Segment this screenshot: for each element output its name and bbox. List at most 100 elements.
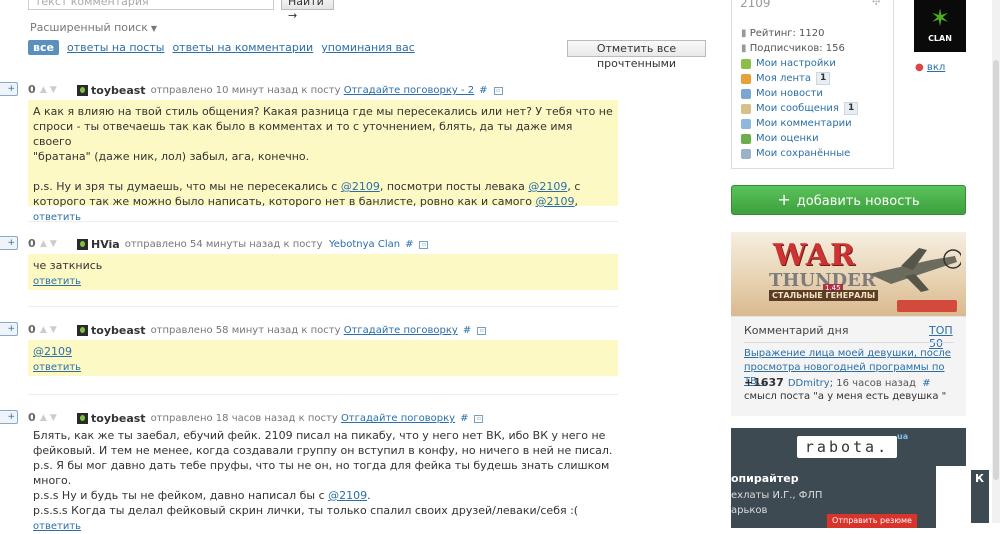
divider — [28, 221, 618, 222]
send-resume-button[interactable]: Отправить резюме — [827, 514, 917, 528]
text-span: p.s.s Ну и будь ты не фейком, давно напи… — [33, 489, 329, 502]
comment-body: Блять, как же ты заебал, ебучий фейк. 21… — [28, 424, 618, 532]
text-span: p.s. Ну и зря ты думаешь, что мы не пере… — [33, 180, 341, 193]
expand-icon[interactable]: ▫ — [477, 326, 487, 335]
comment-author[interactable]: toybeast — [91, 324, 146, 337]
comment-author[interactable]: toybeast — [91, 84, 146, 97]
panel-username[interactable]: 2109 — [740, 0, 771, 10]
comment-line: че заткнись — [33, 259, 103, 272]
comment-line: много. — [33, 474, 72, 487]
menu-item-saved[interactable]: Мои сохранённые — [741, 146, 858, 161]
comment-line: p.s.s.s Когда ты делал фейковый скрин ли… — [33, 504, 579, 517]
menu-label[interactable]: Мои комментарии — [756, 116, 852, 131]
vote-arrows[interactable]: ▲▼ — [40, 239, 60, 249]
scrollbar-thumb[interactable] — [993, 60, 999, 480]
add-bookmark-button[interactable]: + — [0, 322, 18, 336]
user-mention[interactable]: @2109 — [328, 489, 367, 502]
strawberry-icon: ● — [915, 62, 924, 73]
tab-comment-replies[interactable]: ответы на комментарии — [172, 41, 313, 54]
cod-author[interactable]: DDmitry — [788, 378, 830, 389]
vote-arrows[interactable]: ▲▼ — [40, 413, 60, 423]
post-link[interactable]: Отгадайте поговорку - 2 — [344, 85, 474, 96]
clan-toggle-label[interactable]: вкл — [927, 62, 945, 73]
comment-line: спроси - ты отвечаешь так как было в ком… — [33, 120, 573, 148]
rabota-ad[interactable]: rabota. ua опирайтер ехлаты И.Г., ФЛП ар… — [731, 428, 966, 528]
tab-all[interactable]: все — [28, 40, 59, 55]
settings-icon[interactable]: ✣ — [872, 0, 880, 8]
user-mention[interactable]: @2109 — [536, 195, 575, 208]
menu-label[interactable]: Мои новости — [756, 86, 823, 101]
menu-item-feed[interactable]: Моя лента 1 — [741, 71, 858, 86]
menu-label[interactable]: Мои сообщения — [756, 101, 839, 116]
user-mention[interactable]: @2109 — [341, 180, 380, 193]
cod-time: ; 16 часов назад — [829, 378, 916, 389]
clan-logo[interactable]: ✶ CLAN — [914, 0, 966, 52]
permalink-hash[interactable]: # — [463, 325, 471, 336]
cod-score: +1637 — [744, 376, 784, 389]
comment-body: @2109 ответить — [28, 340, 618, 376]
menu-label[interactable]: Мои сохранённые — [756, 146, 850, 161]
expand-icon[interactable]: ▫ — [419, 240, 429, 249]
text-span: . — [367, 489, 371, 502]
post-link[interactable]: Отгадайте поговорку — [341, 413, 455, 424]
add-news-button[interactable]: + добавить новость — [731, 185, 966, 215]
add-bookmark-button[interactable]: + — [0, 82, 18, 96]
permalink-hash[interactable]: # — [922, 378, 930, 389]
vote-arrows[interactable]: ▲▼ — [40, 325, 60, 335]
menu-item-messages[interactable]: Мои сообщения 1 — [741, 101, 859, 116]
user-mention[interactable]: @2109 — [33, 345, 72, 358]
menu-label[interactable]: Мои настройки — [756, 56, 836, 71]
comment-header: HVia отправлено 54 минуты назад к посту … — [77, 238, 429, 251]
tab-mentions[interactable]: упоминания вас — [321, 41, 415, 54]
plus-icon: + — [7, 412, 15, 422]
comment-score: 0 — [28, 237, 36, 250]
comment-meta: отправлено 18 часов назад к посту — [150, 413, 338, 424]
tab-post-replies[interactable]: ответы на посты — [67, 41, 164, 54]
news-icon — [741, 88, 751, 99]
comment-header: toybeast отправлено 10 минут назад к пос… — [77, 84, 503, 97]
clan-toggle[interactable]: ● вкл — [915, 62, 945, 73]
post-link[interactable]: Отгадайте поговорку — [344, 325, 458, 336]
menu-label[interactable]: Мои оценки — [756, 131, 819, 146]
comment-meta: отправлено 54 минуты назад к посту — [124, 239, 323, 250]
filter-tabs: все ответы на посты ответы на комментари… — [28, 40, 415, 55]
search-input[interactable]: текст комментария — [28, 0, 274, 10]
ad-fragment: К — [971, 470, 989, 523]
menu-item-ratings[interactable]: Мои оценки — [741, 131, 858, 146]
vote-arrows[interactable]: ▲▼ — [40, 85, 60, 95]
mark-all-read-button[interactable]: Отметить все прочтенными — [567, 40, 706, 70]
advanced-search-toggle[interactable]: Расширенный поиск ▼ — [30, 21, 157, 34]
menu-label[interactable]: Моя лента — [756, 71, 811, 86]
menu-item-news[interactable]: Мои новости — [741, 86, 858, 101]
expand-icon[interactable]: ▫ — [493, 86, 503, 95]
post-link[interactable]: Yebotnya Clan — [329, 239, 400, 250]
comment-score: 0 — [28, 411, 36, 424]
search-button[interactable]: Найти → — [281, 0, 334, 22]
menu-item-settings[interactable]: Мои настройки — [741, 56, 858, 71]
permalink-hash[interactable]: # — [405, 239, 413, 250]
reply-link[interactable]: ответить — [33, 362, 81, 373]
user-mention[interactable]: @2109 — [528, 180, 567, 193]
permalink-hash[interactable]: # — [460, 413, 468, 424]
menu-item-comments[interactable]: Мои комментарии — [741, 116, 858, 131]
comment-line: p.s.s Ну и будь ты не фейком, давно напи… — [33, 488, 613, 503]
divider — [28, 306, 618, 307]
ad-image — [936, 466, 966, 528]
comment-line: А как я влияю на твой стиль общения? Как… — [33, 105, 613, 118]
text-span: , — [574, 195, 579, 208]
reply-link[interactable]: ответить — [33, 276, 81, 287]
comment-score: 0 — [28, 83, 36, 96]
count-badge: 1 — [815, 72, 831, 85]
banner-play-button[interactable] — [897, 300, 957, 312]
rabota-ua: ua — [897, 432, 909, 441]
airplane-icon — [869, 248, 961, 292]
add-bookmark-button[interactable]: + — [0, 236, 18, 250]
permalink-hash[interactable]: # — [479, 85, 487, 96]
ad-banner[interactable]: WAR THUNDER 1.45 СТАЛЬНЫЕ ГЕНЕРАЛЫ — [731, 232, 966, 316]
user-stats: ▮ Рейтинг: 1120 ▮ Подписчиков: 156 — [741, 26, 845, 56]
add-bookmark-button[interactable]: + — [0, 410, 18, 424]
subscribers-text: Подписчиков: 156 — [749, 43, 845, 54]
comment-author[interactable]: HVia — [91, 238, 120, 251]
expand-icon[interactable]: ▫ — [474, 414, 484, 423]
ad-letter: К — [975, 472, 984, 485]
